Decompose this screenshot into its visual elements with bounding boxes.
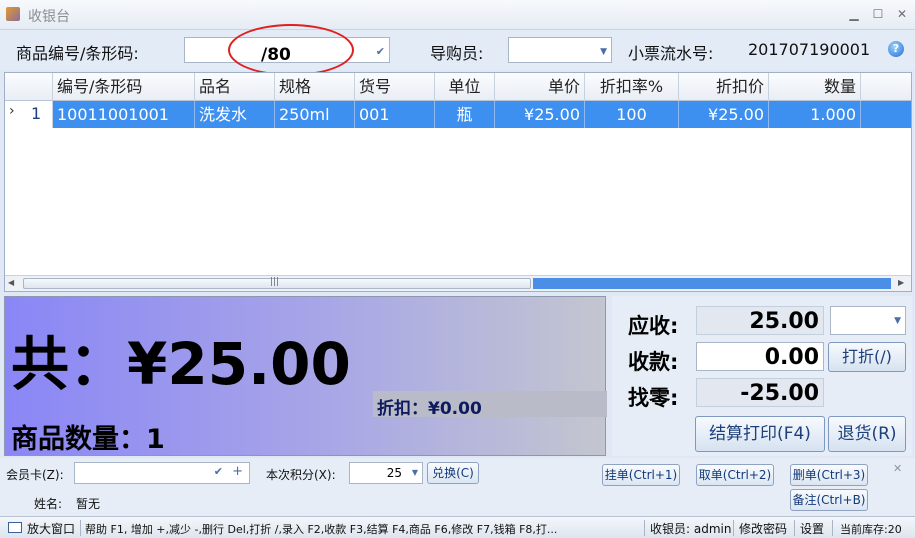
divider bbox=[832, 520, 833, 536]
receipt-label: 小票流水号: bbox=[628, 44, 714, 63]
scroll-grip: ||| bbox=[270, 277, 280, 287]
title-bar: 收银台 ▁ ☐ ✕ bbox=[0, 0, 915, 30]
guide-label: 导购员: bbox=[430, 44, 484, 63]
row-header-corner bbox=[5, 73, 53, 101]
close-icon[interactable]: ✕ bbox=[893, 462, 902, 475]
scroll-thumb[interactable]: ||| bbox=[23, 277, 531, 289]
points-input[interactable]: 25 ▼ bbox=[349, 462, 423, 484]
member-card-input[interactable]: ✔ + bbox=[74, 462, 250, 484]
column-header-item-no[interactable]: 货号 bbox=[355, 73, 435, 101]
item-quantity: 商品数量：1 bbox=[11, 424, 165, 455]
due-label: 应收: bbox=[628, 314, 679, 338]
change-password-link[interactable]: 修改密码 bbox=[739, 520, 787, 537]
minimize-button[interactable]: ▁ bbox=[845, 5, 863, 23]
receipt-number: 201707190001 bbox=[748, 40, 871, 59]
chevron-down-icon[interactable]: ▼ bbox=[894, 316, 901, 326]
cell-unit[interactable]: 瓶 bbox=[435, 101, 495, 128]
maximize-button[interactable]: ☐ bbox=[869, 5, 887, 23]
cell-discount-rate[interactable]: 100 bbox=[585, 101, 679, 128]
paid-label: 收款: bbox=[628, 350, 679, 374]
window-title: 收银台 bbox=[28, 9, 70, 25]
app-icon bbox=[6, 7, 20, 21]
scroll-track[interactable] bbox=[533, 278, 891, 289]
search-header: 商品编号/条形码: /80 ✔ 导购员: ▼ 小票流水号: 2017071900… bbox=[0, 30, 915, 70]
scroll-right-icon[interactable]: ▶ bbox=[898, 278, 904, 287]
change-value: -25.00 bbox=[696, 378, 824, 407]
column-header-price[interactable]: 单价 bbox=[495, 73, 585, 101]
total-panel: 共：¥25.00 折扣：¥0.00 商品数量：1 bbox=[4, 296, 607, 456]
hold-order-button[interactable]: 挂单(Ctrl+1) bbox=[602, 464, 680, 486]
total-amount: 共：¥25.00 bbox=[11, 330, 351, 398]
current-stock: 当前库存:20 bbox=[840, 523, 902, 536]
row-indicator: › 1 bbox=[5, 101, 53, 128]
window-icon bbox=[8, 522, 22, 533]
delete-order-button[interactable]: 删单(Ctrl+3) bbox=[790, 464, 868, 486]
discount-amount: 折扣：¥0.00 bbox=[377, 399, 482, 419]
barcode-label: 商品编号/条形码: bbox=[16, 44, 139, 63]
enlarge-window-button[interactable]: 放大窗口 bbox=[27, 520, 75, 537]
cell-code[interactable]: 10011001001 bbox=[53, 101, 195, 128]
cell-item-no[interactable]: 001 bbox=[355, 101, 435, 128]
cell-qty[interactable]: 1.000 bbox=[769, 101, 861, 128]
column-header-discount-price[interactable]: 折扣价 bbox=[679, 73, 769, 101]
guide-select[interactable]: ▼ bbox=[508, 37, 612, 63]
divider bbox=[80, 520, 81, 536]
retrieve-order-button[interactable]: 取单(Ctrl+2) bbox=[696, 464, 774, 486]
row-pointer-icon: › bbox=[9, 103, 15, 119]
settings-link[interactable]: 设置 bbox=[800, 520, 824, 537]
points-value: 25 bbox=[386, 466, 402, 480]
points-label: 本次积分(X): bbox=[266, 468, 336, 482]
column-header-unit[interactable]: 单位 bbox=[435, 73, 495, 101]
redeem-button[interactable]: 兑换(C) bbox=[427, 462, 479, 484]
note-button[interactable]: 备注(Ctrl+B) bbox=[790, 489, 868, 511]
member-section: 会员卡(Z): ✔ + 本次积分(X): 25 ▼ 兑换(C) 挂单(Ctrl+… bbox=[0, 458, 915, 518]
chevron-down-icon[interactable]: ▼ bbox=[600, 47, 607, 57]
help-icon[interactable]: ? bbox=[888, 41, 904, 57]
paid-input[interactable]: 0.00 bbox=[696, 342, 824, 371]
scroll-left-icon[interactable]: ◀ bbox=[8, 278, 14, 287]
product-grid[interactable]: 编号/条形码 品名 规格 货号 单位 单价 折扣率% 折扣价 数量 › 1 10… bbox=[4, 72, 912, 292]
name-label: 姓名: bbox=[34, 497, 63, 511]
checkout-button[interactable]: 结算打印(F4) bbox=[695, 416, 825, 452]
member-card-label: 会员卡(Z): bbox=[6, 468, 64, 482]
close-button[interactable]: ✕ bbox=[893, 5, 911, 23]
check-icon[interactable]: ✔ bbox=[214, 465, 223, 478]
grid-header: 编号/条形码 品名 规格 货号 单位 单价 折扣率% 折扣价 数量 bbox=[5, 73, 911, 101]
column-header-name[interactable]: 品名 bbox=[195, 73, 275, 101]
cell-price[interactable]: ¥25.00 bbox=[495, 101, 585, 128]
cell-spec[interactable]: 250ml bbox=[275, 101, 355, 128]
name-value: 暂无 bbox=[76, 497, 101, 511]
horizontal-scrollbar[interactable]: ◀ ||| ▶ bbox=[5, 275, 911, 291]
payment-panel: 应收: 25.00 ▼ 收款: 0.00 打折(/) 找零: -25.00 结算… bbox=[612, 296, 912, 456]
column-header-code[interactable]: 编号/条形码 bbox=[53, 73, 195, 101]
highlight-circle bbox=[228, 24, 354, 76]
divider bbox=[733, 520, 734, 536]
due-value: 25.00 bbox=[696, 306, 824, 335]
add-icon[interactable]: + bbox=[232, 464, 243, 479]
chevron-down-icon[interactable]: ▼ bbox=[412, 468, 418, 477]
table-row[interactable]: › 1 10011001001 洗发水 250ml 001 瓶 ¥25.00 1… bbox=[5, 101, 911, 128]
status-bar: 放大窗口 帮助 F1, 增加 +,减少 -,删行 Del,打折 /,录入 F2,… bbox=[0, 516, 915, 538]
check-icon[interactable]: ✔ bbox=[376, 45, 385, 58]
return-button[interactable]: 退货(R) bbox=[828, 416, 906, 452]
divider bbox=[794, 520, 795, 536]
column-header-spec[interactable]: 规格 bbox=[275, 73, 355, 101]
cell-discount-price[interactable]: ¥25.00 bbox=[679, 101, 769, 128]
due-select[interactable]: ▼ bbox=[830, 306, 906, 335]
row-number: 1 bbox=[31, 104, 42, 123]
discount-button[interactable]: 打折(/) bbox=[828, 342, 906, 372]
column-header-qty[interactable]: 数量 bbox=[769, 73, 861, 101]
discount-box: 折扣：¥0.00 bbox=[373, 391, 607, 419]
shortcut-help: 帮助 F1, 增加 +,减少 -,删行 Del,打折 /,录入 F2,收款 F3… bbox=[85, 523, 558, 536]
divider bbox=[644, 520, 645, 536]
cell-name[interactable]: 洗发水 bbox=[195, 101, 275, 128]
column-header-discount-rate[interactable]: 折扣率% bbox=[585, 73, 679, 101]
cashier-info: 收银员: admin bbox=[650, 522, 732, 536]
change-label: 找零: bbox=[628, 386, 679, 410]
